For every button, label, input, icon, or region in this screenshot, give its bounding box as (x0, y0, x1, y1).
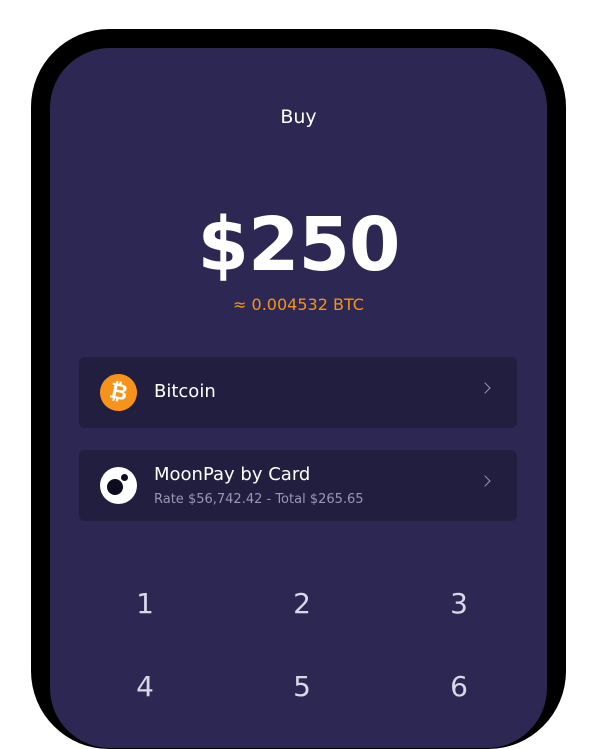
keypad-key-5[interactable]: 5 (272, 665, 332, 709)
provider-rate-total: Rate $56,742.42 - Total $265.65 (154, 492, 364, 507)
fiat-amount: $250 (197, 202, 401, 288)
chevron-right-icon (479, 475, 491, 487)
keypad-key-2[interactable]: 2 (272, 582, 332, 626)
asset-select-button[interactable]: ₿ Bitcoin (79, 357, 517, 428)
app-screen: Buy $250 ≈ 0.004532 BTC ₿ Bitcoin MoonPa… (50, 48, 547, 748)
crypto-conversion: ≈ 0.004532 BTC (233, 295, 364, 314)
keypad-key-6[interactable]: 6 (429, 665, 489, 709)
payment-provider-button[interactable]: MoonPay by Card Rate $56,742.42 - Total … (79, 450, 517, 521)
phone-frame: Buy $250 ≈ 0.004532 BTC ₿ Bitcoin MoonPa… (31, 29, 566, 749)
keypad-key-1[interactable]: 1 (115, 582, 175, 626)
bitcoin-icon: ₿ (96, 370, 141, 415)
keypad-key-4[interactable]: 4 (115, 665, 175, 709)
keypad-key-3[interactable]: 3 (429, 582, 489, 626)
provider-label: MoonPay by Card (154, 464, 311, 485)
moonpay-icon (100, 467, 137, 504)
asset-label: Bitcoin (154, 381, 216, 402)
page-title: Buy (280, 106, 317, 128)
chevron-right-icon (479, 382, 491, 394)
